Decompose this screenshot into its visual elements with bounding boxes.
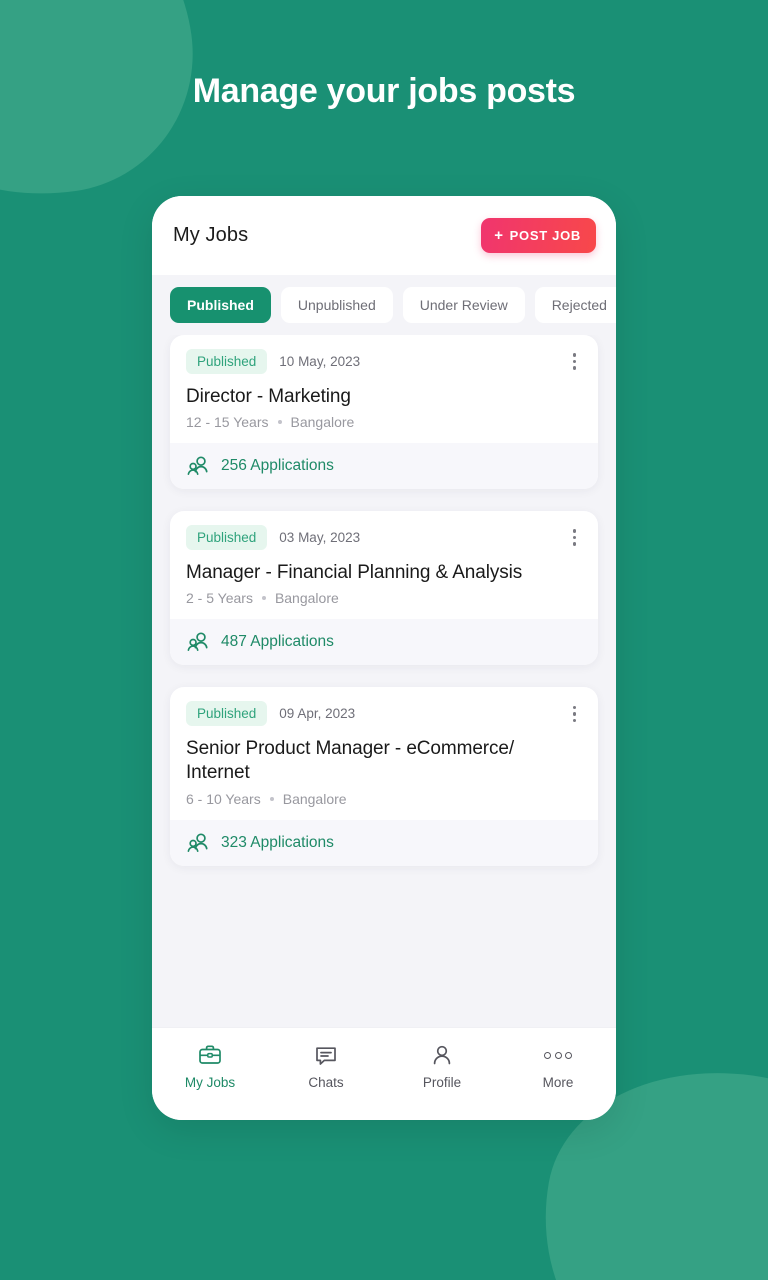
job-card[interactable]: Published 10 May, 2023 Director - Market… (170, 335, 598, 490)
nav-label-profile: Profile (422, 1075, 462, 1090)
job-date: 03 May, 2023 (279, 530, 361, 546)
briefcase-icon (199, 1045, 221, 1064)
nav-label-chats: Chats (308, 1075, 344, 1090)
nav-label-more: More (542, 1075, 574, 1090)
job-location: Bangalore (274, 590, 339, 607)
job-date: 09 Apr, 2023 (279, 706, 356, 722)
applications-count: 323 Applications (221, 833, 334, 851)
job-card-header: Published 09 Apr, 2023 (186, 701, 583, 727)
nav-label-my-jobs: My Jobs (184, 1075, 236, 1090)
status-badge: Published (186, 701, 268, 727)
job-applications-row[interactable]: 256 Applications (170, 443, 598, 490)
post-job-label: POST JOB (509, 228, 581, 243)
meta-separator-dot (277, 420, 282, 425)
tab-rejected[interactable]: Rejected (534, 287, 616, 323)
applications-count: 487 Applications (221, 633, 334, 651)
status-tabs[interactable]: Published Unpublished Under Review Rejec… (152, 275, 616, 335)
job-meta: 6 - 10 Years Bangalore (186, 791, 582, 807)
applicants-icon (187, 832, 208, 852)
applications-count: 256 Applications (221, 457, 334, 475)
job-meta: 12 - 15 Years Bangalore (186, 414, 582, 430)
nav-item-profile[interactable]: Profile (384, 1043, 500, 1090)
job-applications-row[interactable]: 487 Applications (170, 619, 598, 666)
nav-item-my-jobs[interactable]: My Jobs (152, 1043, 268, 1090)
status-badge: Published (186, 525, 268, 551)
applicants-icon (187, 456, 208, 476)
plus-icon: + (494, 226, 504, 244)
meta-separator-dot (269, 796, 274, 801)
job-list: Published 10 May, 2023 Director - Market… (152, 335, 616, 1027)
job-card-header: Published 10 May, 2023 (186, 349, 582, 374)
job-title: Senior Product Manager - eCommerce/ Inte… (186, 738, 515, 784)
job-meta: 2 - 5 Years Bangalore (186, 590, 582, 606)
nav-item-more[interactable]: More (500, 1043, 616, 1090)
tab-published[interactable]: Published (170, 287, 271, 323)
page-title: My Jobs (173, 224, 249, 246)
job-card-body: Published 09 Apr, 2023 Senior Product Ma… (170, 687, 598, 819)
applicants-icon (187, 632, 208, 652)
phone-mockup: My Jobs + POST JOB Published Unpublished… (152, 196, 616, 1120)
job-experience: 12 - 15 Years (186, 414, 269, 431)
job-status-group: Published 09 Apr, 2023 (186, 701, 356, 727)
job-card[interactable]: Published 09 Apr, 2023 Senior Product Ma… (170, 687, 598, 866)
job-card-header: Published 03 May, 2023 (186, 525, 583, 551)
three-dots-icon (544, 1043, 572, 1067)
job-date: 10 May, 2023 (279, 354, 361, 369)
nav-item-chats[interactable]: Chats (268, 1043, 384, 1090)
job-location: Bangalore (290, 414, 355, 431)
job-card-body: Published 03 May, 2023 Manager - Financi… (170, 511, 598, 619)
app-header: My Jobs + POST JOB (152, 196, 616, 275)
job-experience: 6 - 10 Years (186, 790, 261, 807)
person-icon (433, 1045, 451, 1065)
job-location: Bangalore (282, 790, 347, 807)
more-options-icon[interactable] (567, 349, 583, 374)
more-options-icon[interactable] (567, 525, 583, 550)
more-options-icon[interactable] (567, 702, 583, 727)
job-status-group: Published 10 May, 2023 (186, 349, 360, 374)
meta-separator-dot (261, 596, 266, 601)
bottom-navigation: My Jobs Chats Profile More (152, 1027, 616, 1120)
tab-unpublished[interactable]: Unpublished (280, 287, 393, 323)
chat-bubble-icon (316, 1047, 336, 1065)
job-experience: 2 - 5 Years (186, 590, 253, 607)
job-title: Manager - Financial Planning & Analysis (186, 562, 523, 584)
job-card-body: Published 10 May, 2023 Director - Market… (170, 335, 598, 443)
tab-under-review[interactable]: Under Review (402, 287, 525, 323)
job-title: Director - Marketing (186, 386, 351, 407)
job-card[interactable]: Published 03 May, 2023 Manager - Financi… (170, 511, 598, 666)
page-headline: Manage your jobs posts (192, 72, 576, 110)
post-job-button[interactable]: + POST JOB (481, 218, 596, 253)
status-badge: Published (186, 349, 268, 374)
job-status-group: Published 03 May, 2023 (186, 525, 361, 551)
job-applications-row[interactable]: 323 Applications (170, 819, 598, 866)
